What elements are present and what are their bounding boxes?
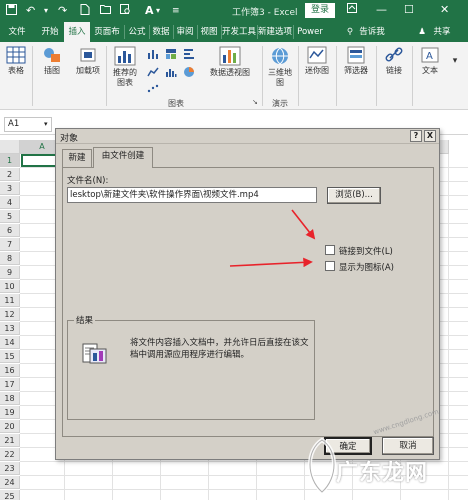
tab-create-from-file[interactable]: 由文件创建 — [93, 147, 153, 168]
arrow-to-link-checkbox — [291, 209, 316, 240]
arrow-to-display-icon-checkbox — [229, 257, 313, 268]
watermark-brand: 广东龙网 — [336, 461, 429, 486]
